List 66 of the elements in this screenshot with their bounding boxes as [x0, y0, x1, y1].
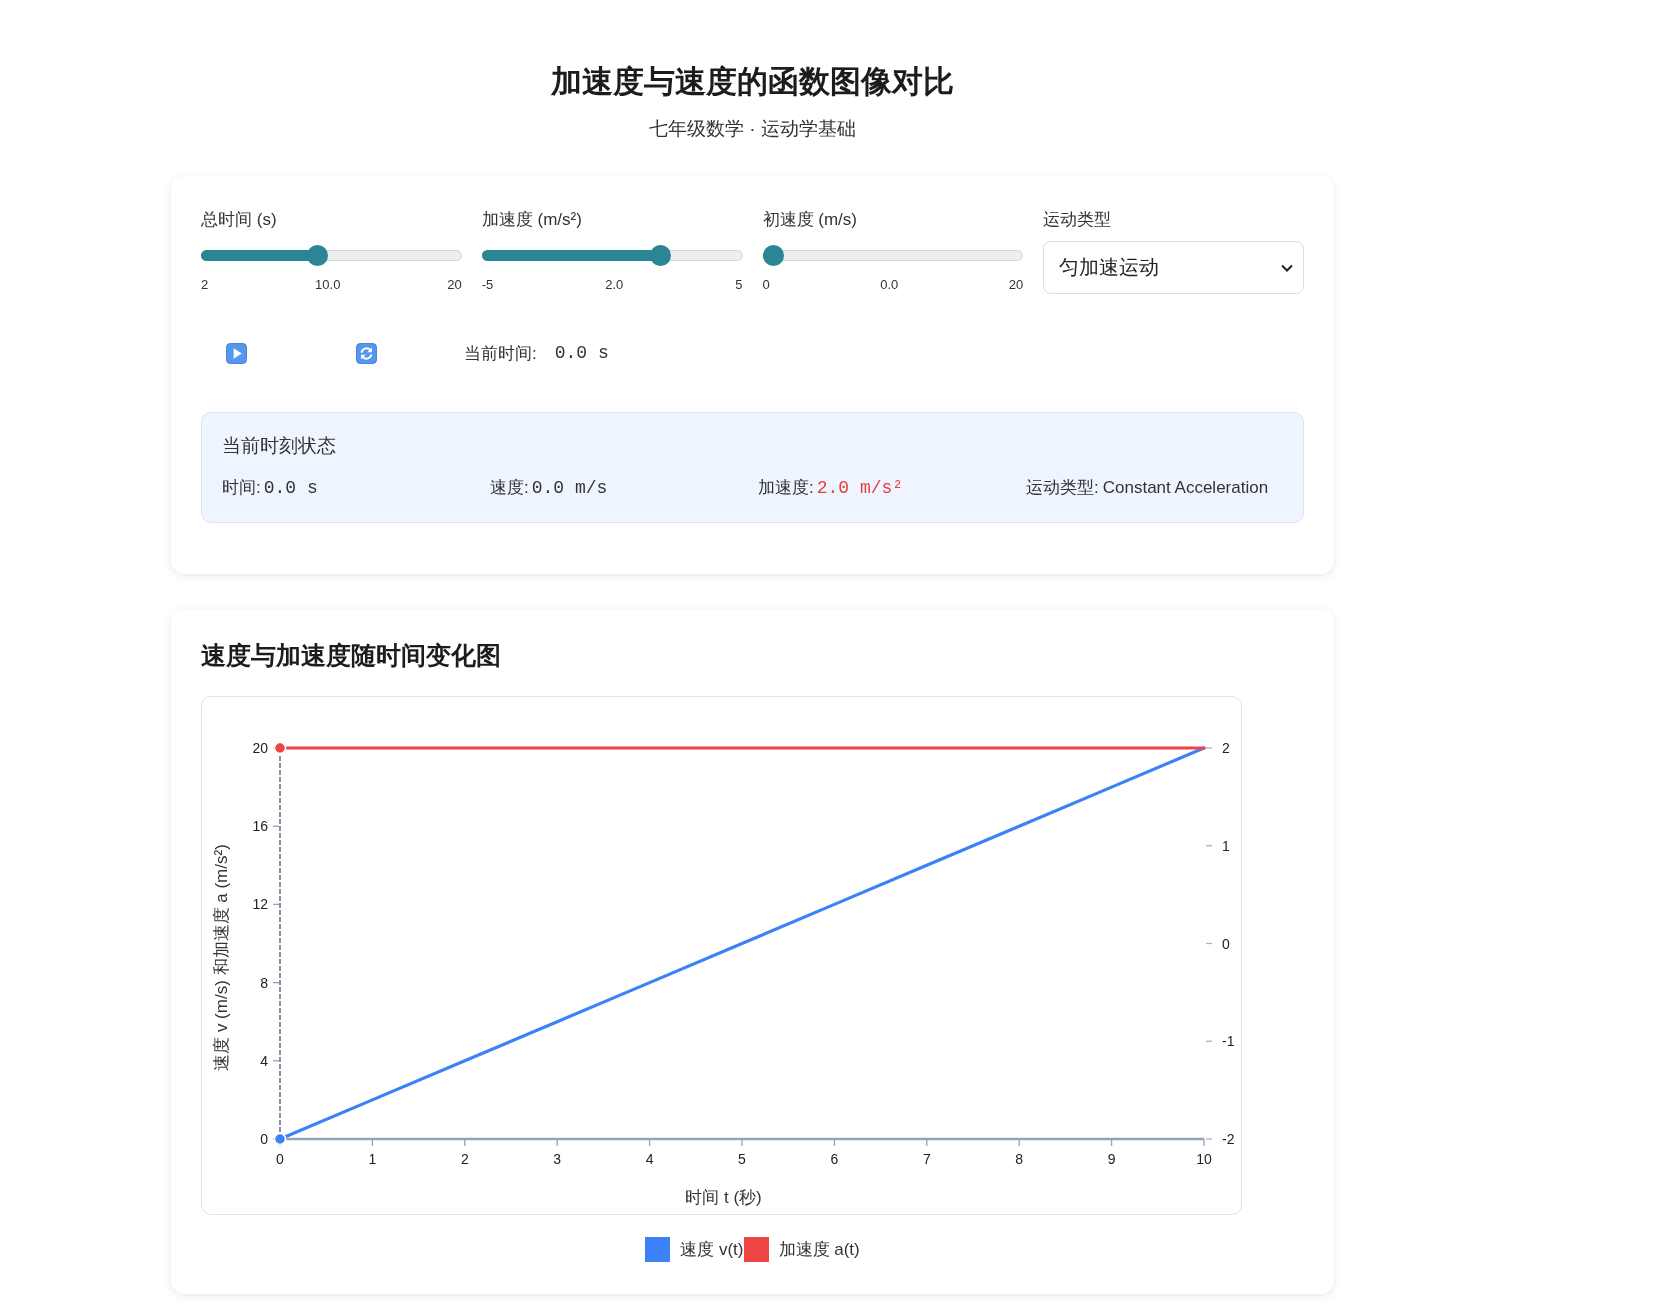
y-tick-label: 0: [260, 1131, 268, 1147]
x-tick-label: 9: [1107, 1151, 1116, 1167]
y-tick-label: 20: [252, 740, 268, 756]
select-label: 运动类型: [1043, 209, 1112, 231]
slider-thumb[interactable]: [307, 245, 329, 266]
slider-max-label: 20: [447, 276, 462, 294]
slider-min-label: -5: [481, 276, 494, 294]
current-time-value: 0.0 s: [554, 343, 609, 363]
current-time-label: 当前时间:: [464, 342, 537, 365]
slider-value: 2.0: [605, 276, 624, 294]
secondary-y-tick-label: 0: [1222, 935, 1230, 952]
x-tick-label: 6: [830, 1151, 839, 1167]
y-tick-label: 8: [260, 974, 268, 991]
x-tick-label: 5: [738, 1151, 746, 1167]
slider-label: 加速度 (m/s²): [481, 209, 582, 231]
status-value: 2.0 m/s²: [816, 477, 904, 499]
slider-track[interactable]: [481, 245, 743, 266]
status-title: 当前时刻状态: [222, 434, 336, 458]
slider-min-label: 2: [201, 276, 209, 294]
slider-min-label: 0: [762, 276, 770, 294]
status-value: 0.0 m/s: [531, 477, 608, 499]
slider-max-label: 20: [1008, 276, 1024, 294]
x-tick-label: 1: [368, 1151, 377, 1167]
x-axis-title: 时间 t (秒): [685, 1188, 762, 1207]
status-label: 加速度:: [758, 477, 814, 499]
reset-button[interactable]: [356, 342, 377, 364]
status-value: 0.0 s: [263, 477, 318, 499]
secondary-y-tick-label: 1: [1222, 837, 1230, 854]
status-label: 速度:: [490, 477, 529, 499]
slider-value: 0.0: [880, 276, 899, 294]
slider-thumb[interactable]: [762, 245, 784, 266]
slider-value: 10.0: [315, 276, 341, 294]
secondary-y-tick-label: -1: [1222, 1033, 1235, 1050]
status-label: 运动类型:: [1026, 477, 1099, 499]
slider-max-label: 5: [735, 276, 743, 294]
motion-type-select[interactable]: 匀加速运动: [1043, 241, 1304, 294]
x-tick-label: 4: [645, 1151, 654, 1167]
legend-label: 加速度 a(t): [778, 1238, 860, 1261]
chart-title: 速度与加速度随时间变化图: [201, 640, 501, 671]
x-tick-label: 3: [553, 1151, 562, 1167]
secondary-y-tick-label: -2: [1222, 1131, 1235, 1147]
y-tick-label: 16: [252, 818, 268, 835]
slider-track[interactable]: [762, 245, 1024, 266]
play-icon: [226, 342, 247, 364]
play-button[interactable]: [226, 342, 247, 364]
x-tick-label: 2: [460, 1151, 469, 1167]
slider-label: 初速度 (m/s): [762, 209, 857, 231]
slider-track[interactable]: [201, 245, 462, 266]
x-tick-label: 0: [276, 1151, 284, 1167]
x-tick-label: 7: [922, 1151, 931, 1167]
refresh-icon: [356, 342, 377, 364]
y-tick-label: 12: [252, 896, 268, 913]
status-value: Constant Acceleration: [1102, 477, 1269, 499]
page-title: 加速度与速度的函数图像对比: [551, 63, 954, 101]
y-axis-title: 速度 v (m/s) 和加速度 a (m/s²): [212, 844, 231, 1071]
velocity-point: [273, 1132, 287, 1146]
acceleration-point: [273, 741, 287, 755]
legend-label: 速度 v(t): [680, 1238, 744, 1261]
status-label: 时间:: [222, 477, 261, 499]
x-tick-label: 8: [1015, 1151, 1024, 1167]
page-subtitle: 七年级数学 · 运动学基础: [649, 117, 856, 141]
x-tick-label: 10: [1196, 1151, 1212, 1167]
y-tick-label: 4: [260, 1052, 268, 1069]
slider-label: 总时间 (s): [201, 209, 277, 231]
slider-thumb[interactable]: [649, 245, 671, 266]
secondary-y-tick-label: 2: [1222, 740, 1230, 756]
